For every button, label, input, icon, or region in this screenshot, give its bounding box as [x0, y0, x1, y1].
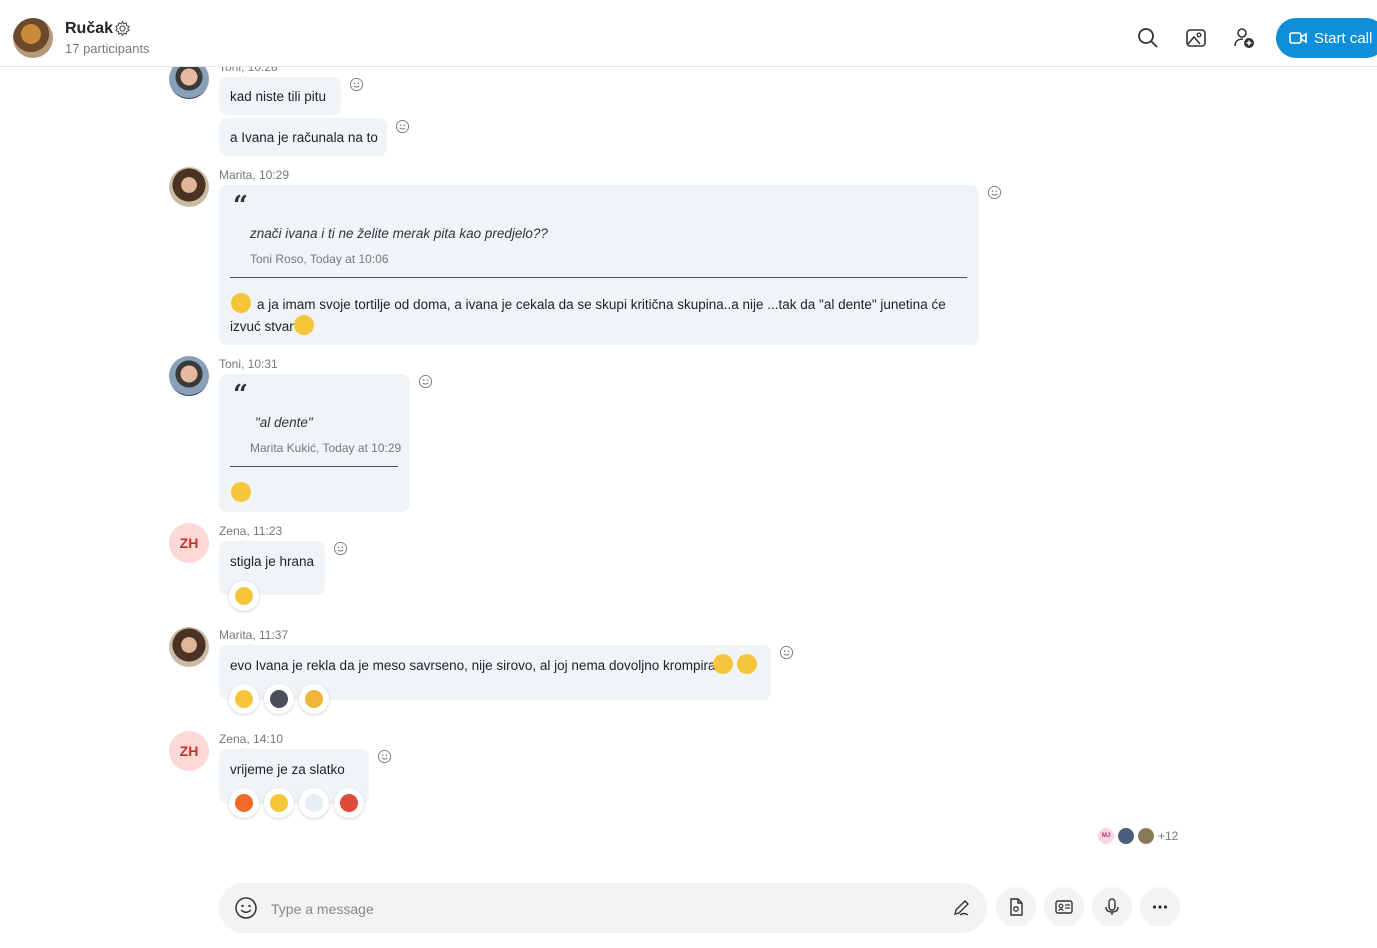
send-file-button[interactable]	[996, 887, 1036, 927]
laughing-emoji	[737, 654, 757, 674]
send-contact-button[interactable]	[1044, 887, 1084, 927]
file-icon	[1010, 898, 1023, 916]
hugging-emoji	[231, 293, 251, 313]
message-meta: Toni, 10:31	[219, 357, 278, 371]
quote-source[interactable]: Toni Roso, Today at 10:06	[250, 252, 389, 266]
message-bubble-with-quote[interactable]: “ znači ivana i ti ne želite merak pita …	[219, 185, 979, 345]
message-composer	[219, 883, 987, 933]
more-options-button[interactable]	[1140, 887, 1180, 927]
add-reaction-icon[interactable]	[418, 374, 433, 389]
add-reaction-icon[interactable]	[987, 185, 1002, 200]
reaction-raised-hands[interactable]	[229, 581, 259, 611]
message-text: a ja imam svoje tortilje od doma, a ivan…	[257, 297, 946, 312]
avatar-marita[interactable]	[169, 627, 209, 667]
message-bubble-with-quote[interactable]: “ "al dente" Marita Kukić, Today at 10:2…	[219, 374, 410, 512]
message-text: vrijeme je za slatko	[230, 762, 345, 777]
reaction-fire[interactable]	[229, 788, 259, 818]
read-receipt-avatar[interactable]	[1118, 828, 1134, 844]
read-receipt-more[interactable]: +12	[1158, 829, 1178, 843]
add-reaction-icon[interactable]	[779, 645, 794, 660]
reaction-snowman[interactable]	[299, 788, 329, 818]
start-call-label: Start call	[1314, 29, 1373, 47]
message-text: kad niste tili pitu	[230, 89, 327, 104]
avatar-marita[interactable]	[169, 167, 209, 207]
message-meta: Marita, 11:37	[219, 628, 289, 642]
pen-icon[interactable]	[951, 898, 971, 918]
message-text: izvuć stvar	[230, 319, 294, 334]
avatar-toni[interactable]	[169, 356, 209, 396]
gear-icon[interactable]	[114, 20, 131, 37]
message-bubble[interactable]: a Ivana je računala na to	[219, 118, 387, 156]
group-avatar[interactable]	[13, 18, 53, 58]
message-text: evo Ivana je rekla da je meso savrseno, …	[230, 658, 716, 673]
message-text: stigla je hrana	[230, 554, 315, 569]
reaction-relieved[interactable]	[229, 684, 259, 714]
quote-text: "al dente"	[255, 415, 313, 430]
quote-text: znači ivana i ti ne želite merak pita ka…	[250, 226, 548, 241]
reaction-teacher[interactable]	[264, 684, 294, 714]
add-reaction-icon[interactable]	[377, 749, 392, 764]
record-audio-button[interactable]	[1092, 887, 1132, 927]
wink-emoji	[294, 315, 314, 335]
avatar-zena[interactable]: ZH	[169, 523, 209, 563]
more-icon	[1152, 905, 1168, 909]
contact-card-icon	[1055, 900, 1073, 914]
message-text: a Ivana je računala na to	[230, 130, 378, 145]
participants-count[interactable]: 17 participants	[65, 41, 150, 56]
wink-emoji	[713, 654, 733, 674]
quote-mark-icon: “	[233, 191, 248, 221]
avatar-zena[interactable]: ZH	[169, 731, 209, 771]
quote-mark-icon: “	[233, 380, 248, 410]
chat-title[interactable]: Ručak	[65, 20, 113, 38]
search-icon[interactable]	[1136, 26, 1160, 50]
add-reaction-icon[interactable]	[395, 119, 410, 134]
quote-source[interactable]: Marita Kukić, Today at 10:29	[250, 441, 401, 455]
gallery-icon[interactable]	[1184, 26, 1208, 50]
reaction-santa-face[interactable]	[334, 788, 364, 818]
chat-header: Ručak 17 participants Start call	[0, 0, 1377, 67]
add-reaction-icon[interactable]	[349, 77, 364, 92]
video-call-icon	[1289, 32, 1307, 44]
quote-divider	[230, 466, 398, 467]
reaction-relieved[interactable]	[264, 788, 294, 818]
reaction-handshake[interactable]	[299, 684, 329, 714]
quote-divider	[230, 277, 967, 278]
message-meta: Zena, 11:23	[219, 524, 283, 538]
message-meta: Marita, 10:29	[219, 168, 290, 182]
read-receipt-avatar[interactable]: MJ	[1098, 828, 1114, 844]
read-receipt-avatar[interactable]	[1138, 828, 1154, 844]
message-input[interactable]	[269, 896, 913, 922]
add-reaction-icon[interactable]	[333, 541, 348, 556]
emoji-icon[interactable]	[234, 896, 258, 920]
start-call-button[interactable]: Start call	[1276, 18, 1377, 58]
grin-emoji	[231, 482, 251, 502]
microphone-icon	[1105, 898, 1119, 915]
add-participant-icon[interactable]	[1232, 26, 1256, 50]
message-meta: Zena, 14:10	[219, 732, 284, 746]
message-bubble[interactable]: kad niste tili pitu	[219, 77, 341, 115]
